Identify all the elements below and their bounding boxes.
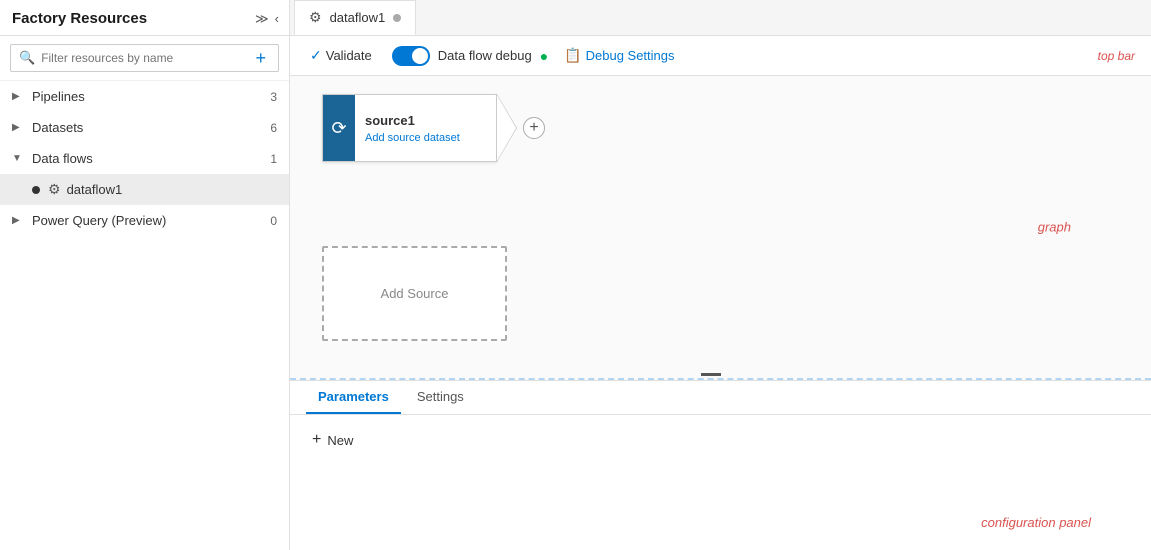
source-node: ⟳ source1 Add source dataset + [322, 94, 545, 162]
sidebar-title: Factory Resources [12, 10, 147, 27]
check-icon: ✓ [310, 47, 322, 64]
sidebar-item-pipelines[interactable]: ▶ Pipelines 3 [0, 81, 289, 112]
debug-settings-icon: 📋 [564, 47, 581, 64]
sidebar-item-powerquery[interactable]: ▶ Power Query (Preview) 0 [0, 205, 289, 236]
source-card-left-bar: ⟳ [323, 95, 355, 161]
config-tabs: Parameters Settings [290, 381, 1151, 415]
validate-label: Validate [326, 48, 372, 63]
debug-on-icon: ● [540, 48, 548, 64]
add-source-label: Add Source [381, 286, 449, 301]
nav-count-powerquery: 0 [261, 214, 277, 228]
chevron-down-icon: ▼ [12, 153, 24, 164]
debug-toggle-switch[interactable] [392, 46, 430, 66]
sidebar-item-dataflow1[interactable]: ⚙ dataflow1 [0, 174, 289, 205]
source-card[interactable]: ⟳ source1 Add source dataset [322, 94, 497, 162]
config-annotation: configuration panel [981, 515, 1091, 530]
chevron-right-icon: ▶ [12, 122, 24, 133]
validate-button[interactable]: ✓ Validate [306, 45, 376, 66]
config-content: + New configuration panel [290, 415, 1151, 550]
source-dataset-link[interactable]: Add source dataset [365, 132, 486, 144]
tab-settings[interactable]: Settings [405, 381, 476, 414]
nav-count-pipelines: 3 [261, 90, 277, 104]
sidebar-search: 🔍 + [0, 36, 289, 81]
minimize-bar[interactable] [701, 373, 721, 376]
tab-dataflow-icon: ⚙ [309, 9, 322, 26]
toolbar: ✓ Validate Data flow debug ● 📋 Debug Set… [290, 36, 1151, 76]
debug-settings-button[interactable]: 📋 Debug Settings [564, 47, 674, 64]
tab-bar: ⚙ dataflow1 [290, 0, 1151, 36]
debug-label: Data flow debug [438, 48, 532, 63]
sidebar-header: Factory Resources ≫ ‹ [0, 0, 289, 36]
tab-parameters[interactable]: Parameters [306, 381, 401, 414]
source-card-wrapper: ⟳ source1 Add source dataset + [322, 94, 545, 162]
source-name: source1 [365, 113, 486, 128]
search-icon: 🔍 [19, 50, 35, 66]
graph-annotation: graph [1038, 220, 1071, 235]
collapse-icon[interactable]: ‹ [275, 11, 279, 26]
toolbar-annotation: top bar [1098, 49, 1135, 63]
sidebar: Factory Resources ≫ ‹ 🔍 + ▶ Pipelines 3 … [0, 0, 290, 550]
active-dot-icon [32, 186, 40, 194]
sidebar-header-icons: ≫ ‹ [255, 11, 279, 27]
debug-settings-label: Debug Settings [586, 48, 675, 63]
source-card-body: source1 Add source dataset [355, 95, 496, 161]
nav-label-pipelines: Pipelines [32, 89, 261, 104]
sidebar-dataflow1-label: dataflow1 [67, 182, 123, 197]
source-card-arrow-outer [497, 94, 517, 162]
source-card-arrow-inner [497, 95, 516, 161]
add-transform-button[interactable]: + [523, 117, 545, 139]
debug-toggle-group: Data flow debug ● [392, 46, 548, 66]
toggle-knob [412, 48, 428, 64]
tab-dataflow1[interactable]: ⚙ dataflow1 [294, 0, 416, 35]
chevron-right-icon: ▶ [12, 215, 24, 226]
dataflow-icon: ⚙ [48, 181, 61, 198]
new-label: New [327, 433, 353, 448]
add-source-button[interactable]: Add Source [322, 246, 507, 341]
graph-area: ⟳ source1 Add source dataset + Add Sourc… [290, 76, 1151, 380]
nav-label-powerquery: Power Query (Preview) [32, 213, 261, 228]
tab-unsaved-dot [393, 14, 401, 22]
sidebar-item-datasets[interactable]: ▶ Datasets 6 [0, 112, 289, 143]
sidebar-nav: ▶ Pipelines 3 ▶ Datasets 6 ▼ Data flows … [0, 81, 289, 550]
nav-label-datasets: Datasets [32, 120, 261, 135]
source-flow-icon: ⟳ [331, 118, 346, 139]
collapse-double-icon[interactable]: ≫ [255, 11, 269, 27]
config-panel: Parameters Settings + New configuration … [290, 380, 1151, 550]
search-box: 🔍 + [10, 44, 279, 72]
main-area: ⚙ dataflow1 ✓ Validate Data flow debug ●… [290, 0, 1151, 550]
plus-icon: + [312, 431, 321, 449]
nav-count-datasets: 6 [261, 121, 277, 135]
tab-label: dataflow1 [330, 10, 386, 25]
search-input[interactable] [41, 51, 245, 65]
nav-label-dataflows: Data flows [32, 151, 261, 166]
nav-count-dataflows: 1 [261, 152, 277, 166]
add-resource-button[interactable]: + [251, 49, 270, 67]
chevron-right-icon: ▶ [12, 91, 24, 102]
sidebar-item-dataflows[interactable]: ▼ Data flows 1 [0, 143, 289, 174]
new-parameter-button[interactable]: + New [306, 427, 359, 453]
